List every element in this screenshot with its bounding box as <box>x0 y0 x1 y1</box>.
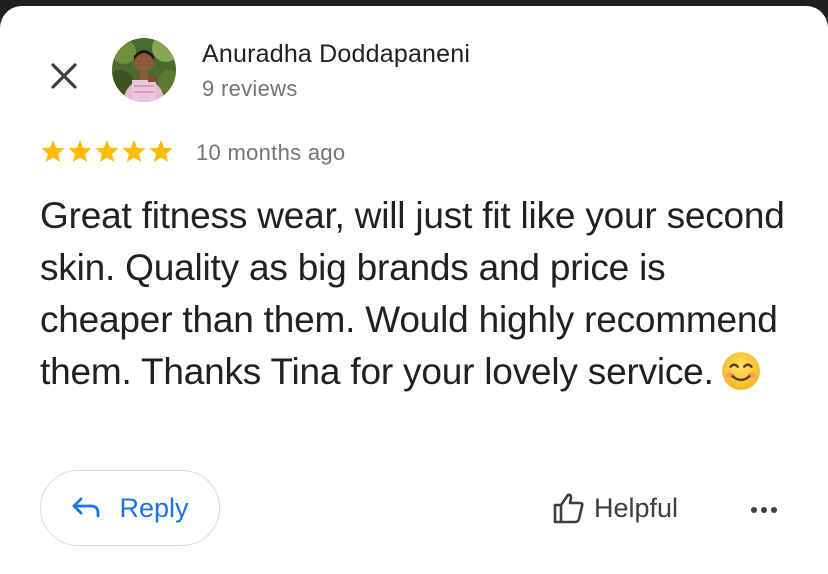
more-options-button[interactable] <box>742 492 786 528</box>
star-icon <box>68 140 92 162</box>
reply-button[interactable]: Reply <box>40 470 220 546</box>
review-text: Great fitness wear, will just fit like y… <box>40 190 800 398</box>
helpful-button[interactable]: Helpful <box>552 486 678 530</box>
star-rating <box>40 138 174 164</box>
review-card: Anuradha Doddapaneni 9 reviews 10 months… <box>0 6 828 574</box>
avatar-photo <box>112 38 176 102</box>
star-icon <box>149 140 173 162</box>
reviewer-name[interactable]: Anuradha Doddapaneni <box>202 40 470 69</box>
reply-arrow-icon <box>73 497 100 518</box>
helpful-label: Helpful <box>594 492 679 523</box>
review-body: Great fitness wear, will just fit like y… <box>40 195 785 392</box>
smiling-face-icon <box>721 352 760 390</box>
avatar[interactable] <box>112 38 176 102</box>
close-button[interactable] <box>40 52 88 100</box>
review-time: 10 months ago <box>196 140 346 165</box>
thumbs-up-icon <box>553 493 584 524</box>
star-icon <box>122 140 146 162</box>
close-icon <box>51 63 77 89</box>
star-icon <box>41 140 65 162</box>
reply-label: Reply <box>119 492 189 523</box>
star-icon <box>95 140 119 162</box>
more-horizontal-icon <box>751 507 777 513</box>
reviewer-review-count: 9 reviews <box>202 76 298 101</box>
